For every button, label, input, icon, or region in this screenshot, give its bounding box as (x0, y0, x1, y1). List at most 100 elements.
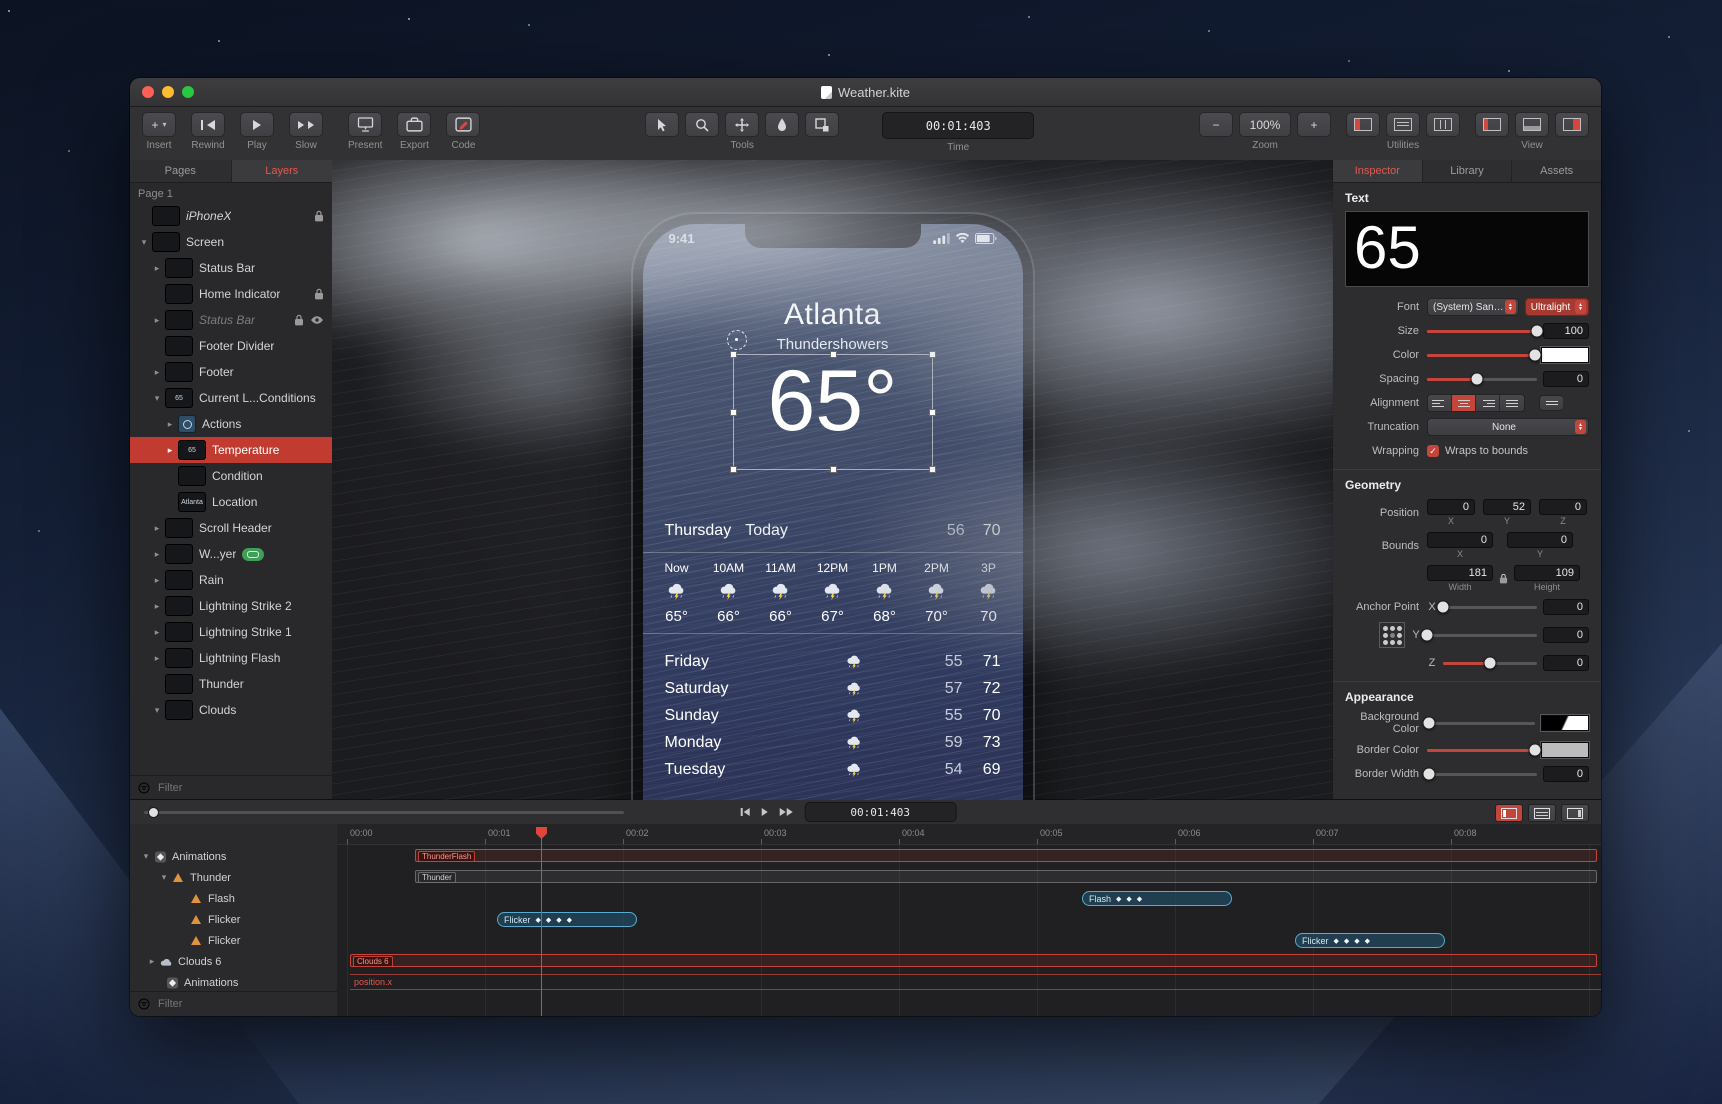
chevron-right-icon[interactable]: ▸ (151, 575, 163, 586)
border-color-swatch[interactable] (1540, 741, 1590, 759)
bounds-x-field[interactable]: 0 (1427, 532, 1493, 548)
width-field[interactable]: 181 (1427, 565, 1493, 581)
utilities-rows-toggle[interactable] (1386, 112, 1420, 137)
tab-inspector[interactable]: Inspector (1333, 160, 1423, 182)
selection-handle[interactable] (829, 351, 837, 358)
selection-box[interactable] (729, 351, 936, 473)
timeline-view-keyframes-button[interactable] (1495, 804, 1523, 822)
chevron-right-icon[interactable]: ▸ (151, 627, 163, 638)
play-button[interactable] (240, 112, 274, 137)
shape-tool-button[interactable] (805, 112, 840, 137)
timeline-view-rows-button[interactable] (1528, 804, 1556, 822)
timeline-ruler[interactable]: 00:00 00:01 00:02 00:03 00:04 00:05 00:0… (337, 824, 1601, 845)
layer-row-status-bar[interactable]: ▸ Status Bar (130, 255, 332, 281)
zoom-window-button[interactable] (182, 86, 194, 98)
selection-handle[interactable] (729, 351, 737, 358)
utilities-columns-toggle[interactable] (1426, 112, 1460, 137)
keyframe-icon[interactable]: ◆ (1334, 937, 1339, 945)
keyframe-icon[interactable]: ◆ (1344, 937, 1349, 945)
zoom-tool-button[interactable] (685, 112, 720, 137)
keyframe-bar[interactable]: Flicker ◆ ◆ ◆ ◆ (497, 912, 637, 927)
layer-row-actions[interactable]: ▸ Actions (130, 411, 332, 437)
anchor-y-field[interactable]: 0 (1543, 627, 1589, 643)
keyframe-bar[interactable]: Flash ◆ ◆ ◆ (1082, 891, 1232, 906)
timeline-filter-input[interactable] (156, 997, 280, 1011)
timeline-row-animations[interactable]: ▾ Animations (130, 846, 337, 867)
timeline-play-button[interactable] (761, 808, 768, 816)
animation-band-label[interactable]: Thunder (418, 872, 456, 883)
keyframe-icon[interactable]: ◆ (567, 916, 572, 924)
position-x-field[interactable]: 0 (1427, 499, 1475, 515)
present-button[interactable] (348, 112, 383, 137)
layer-row-rain[interactable]: ▸ Rain (130, 567, 332, 593)
code-button[interactable] (446, 112, 481, 137)
position-z-field[interactable]: 0 (1539, 499, 1587, 515)
phone-screen[interactable]: 9:41 Atlanta Thundershowers 65° Thursday… (642, 224, 1023, 800)
layer-row-scroll-header[interactable]: ▸ Scroll Header (130, 515, 332, 541)
playhead-line[interactable] (541, 838, 542, 1016)
timeline-row-flash[interactable]: Flash (130, 888, 337, 909)
color-slider[interactable] (1427, 348, 1542, 362)
lock-icon[interactable] (294, 314, 304, 326)
chevron-right-icon[interactable]: ▸ (151, 653, 163, 664)
canvas[interactable]: 9:41 Atlanta Thundershowers 65° Thursday… (332, 160, 1333, 800)
track-position-x[interactable]: position.x (337, 972, 1601, 993)
chevron-down-icon[interactable]: ▾ (151, 393, 163, 404)
layer-row-clouds[interactable]: ▾ Clouds (130, 697, 332, 723)
keyframe-icon[interactable]: ◆ (1354, 937, 1359, 945)
anchor-x-field[interactable]: 0 (1543, 599, 1589, 615)
background-color-swatch[interactable] (1540, 714, 1590, 732)
animation-band-label[interactable]: ThunderFlash (418, 851, 476, 862)
layer-row-thunder[interactable]: Thunder (130, 671, 332, 697)
keyframe-bar[interactable]: Flicker ◆ ◆ ◆ ◆ (1295, 933, 1445, 948)
font-weight-dropdown[interactable]: Ultralight ▲ ▼ (1524, 298, 1589, 316)
layer-row-screen[interactable]: ▾ Screen (130, 229, 332, 255)
align-right-button[interactable] (1476, 395, 1500, 411)
layer-row-lightning-strike-1[interactable]: ▸ Lightning Strike 1 (130, 619, 332, 645)
spacing-slider[interactable] (1427, 372, 1537, 386)
tab-library[interactable]: Library (1423, 160, 1513, 182)
ink-tool-button[interactable] (765, 112, 800, 137)
lock-icon[interactable] (314, 288, 324, 300)
fast-forward-button[interactable] (779, 808, 793, 816)
keyframe-icon[interactable]: ◆ (1137, 895, 1142, 903)
timeline-row-flicker-1[interactable]: Flicker (130, 909, 337, 930)
align-center-button[interactable] (1452, 395, 1476, 411)
border-color-slider[interactable] (1427, 743, 1542, 757)
slow-button[interactable] (289, 112, 323, 137)
selection-handle[interactable] (729, 409, 737, 416)
border-width-slider[interactable] (1422, 767, 1537, 781)
view-sidebar-toggle[interactable] (1475, 112, 1509, 137)
chevron-right-icon[interactable]: ▸ (151, 549, 163, 560)
lock-icon[interactable] (314, 210, 324, 222)
chevron-right-icon[interactable]: ▸ (151, 367, 163, 378)
chevron-down-icon[interactable]: ▾ (151, 705, 163, 716)
align-left-button[interactable] (1428, 395, 1452, 411)
keyframe-icon[interactable]: ◆ (1365, 937, 1370, 945)
keyframe-icon[interactable]: ◆ (546, 916, 551, 924)
layer-row-location[interactable]: Atlanta Location (130, 489, 332, 515)
cursor-tool-button[interactable] (645, 112, 680, 137)
chevron-right-icon[interactable]: ▸ (151, 601, 163, 612)
timeline-row-clouds-6[interactable]: ▸ Clouds 6 (130, 951, 337, 972)
animation-band-label[interactable]: Clouds 6 (353, 956, 393, 967)
utilities-inspector-toggle[interactable] (1346, 112, 1380, 137)
text-color-swatch[interactable] (1540, 346, 1590, 364)
chevron-right-icon[interactable]: ▸ (151, 263, 163, 274)
anchor-point-indicator[interactable] (726, 330, 747, 350)
anchor-z-slider[interactable] (1443, 656, 1537, 670)
chevron-right-icon[interactable]: ▸ (151, 315, 163, 326)
timeline-row-thunder[interactable]: ▾ Thunder (130, 867, 337, 888)
track-flash[interactable]: Flash ◆ ◆ ◆ (337, 888, 1601, 909)
truncation-dropdown[interactable]: None ▲ ▼ (1427, 418, 1589, 436)
background-color-slider[interactable] (1422, 716, 1535, 730)
view-timeline-toggle[interactable] (1515, 112, 1549, 137)
border-width-field[interactable]: 0 (1543, 766, 1589, 782)
anchor-y-slider[interactable] (1420, 628, 1537, 642)
size-field[interactable]: 100 (1543, 323, 1589, 339)
layer-row-status-bar-2[interactable]: ▸ Status Bar (130, 307, 332, 333)
layer-row-lightning-flash[interactable]: ▸ Lightning Flash (130, 645, 332, 671)
timeline-view-curves-button[interactable] (1561, 804, 1589, 822)
view-inspector-toggle[interactable] (1555, 112, 1589, 137)
chevron-down-icon[interactable]: ▾ (138, 237, 150, 248)
